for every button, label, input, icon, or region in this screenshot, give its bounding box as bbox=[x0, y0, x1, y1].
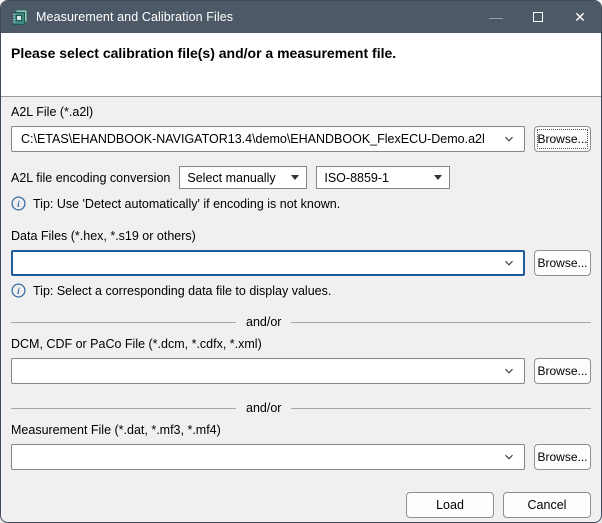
a2l-file-value: C:\ETAS\EHANDBOOK-NAVIGATOR13.4\demo\EHA… bbox=[21, 132, 485, 146]
dropdown-arrow-icon[interactable] bbox=[434, 175, 443, 180]
window-title: Measurement and Calibration Files bbox=[36, 10, 234, 24]
separator-text: and/or bbox=[246, 315, 282, 329]
dropdown-arrow-icon[interactable] bbox=[291, 175, 300, 180]
encoding-label: A2L file encoding conversion bbox=[11, 170, 171, 185]
encoding-tip-text: Tip: Use 'Detect automatically' if encod… bbox=[33, 196, 341, 211]
dcm-file-combobox[interactable] bbox=[11, 358, 525, 384]
a2l-file-combobox[interactable]: C:\ETAS\EHANDBOOK-NAVIGATOR13.4\demo\EHA… bbox=[11, 126, 525, 152]
encoding-tip: i Tip: Use 'Detect automatically' if enc… bbox=[11, 196, 591, 211]
data-files-label: Data Files (*.hex, *.s19 or others) bbox=[11, 229, 196, 243]
encoding-charset-value: ISO-8859-1 bbox=[324, 170, 389, 185]
data-files-combobox[interactable] bbox=[11, 250, 525, 276]
header-band: Please select calibration file(s) and/or… bbox=[1, 33, 601, 97]
encoding-mode-value: Select manually bbox=[187, 170, 276, 185]
and-or-separator: and/or bbox=[11, 315, 591, 329]
chevron-down-icon[interactable] bbox=[503, 365, 515, 377]
a2l-browse-button[interactable]: Browse... bbox=[534, 126, 591, 152]
separator-line bbox=[11, 321, 236, 323]
title-bar: Measurement and Calibration Files — ✕ bbox=[1, 1, 601, 33]
separator-line bbox=[291, 407, 591, 409]
and-or-separator: and/or bbox=[11, 401, 591, 415]
svg-text:i: i bbox=[17, 200, 20, 210]
close-button[interactable]: ✕ bbox=[559, 1, 601, 33]
measurement-browse-button[interactable]: Browse... bbox=[534, 444, 591, 470]
cancel-button[interactable]: Cancel bbox=[503, 492, 591, 518]
a2l-file-label: A2L File (*.a2l) bbox=[11, 105, 94, 119]
measurement-file-label: Measurement File (*.dat, *.mf3, *.mf4) bbox=[11, 423, 221, 437]
data-files-tip: i Tip: Select a corresponding data file … bbox=[11, 283, 591, 298]
info-icon: i bbox=[11, 196, 26, 211]
close-icon: ✕ bbox=[574, 9, 586, 25]
separator-text: and/or bbox=[246, 401, 282, 415]
data-files-tip-text: Tip: Select a corresponding data file to… bbox=[33, 283, 332, 298]
dialog-content: A2L File (*.a2l) C:\ETAS\EHANDBOOK-NAVIG… bbox=[1, 97, 601, 522]
measurement-calibration-dialog: Measurement and Calibration Files — ✕ Pl… bbox=[0, 0, 602, 523]
minimize-icon: — bbox=[489, 9, 503, 25]
chevron-down-icon[interactable] bbox=[503, 451, 515, 463]
measurement-file-combobox[interactable] bbox=[11, 444, 525, 470]
app-icon bbox=[13, 9, 28, 25]
minimize-button: — bbox=[475, 1, 517, 33]
encoding-charset-dropdown[interactable]: ISO-8859-1 bbox=[316, 166, 451, 189]
separator-line bbox=[291, 321, 591, 323]
chevron-down-icon[interactable] bbox=[503, 133, 515, 145]
info-icon: i bbox=[11, 283, 26, 298]
chevron-down-icon[interactable] bbox=[503, 257, 515, 269]
maximize-button[interactable] bbox=[517, 1, 559, 33]
dcm-browse-button[interactable]: Browse... bbox=[534, 358, 591, 384]
load-button[interactable]: Load bbox=[406, 492, 494, 518]
footer-button-bar: Load Cancel bbox=[11, 492, 591, 518]
dcm-file-label: DCM, CDF or PaCo File (*.dcm, *.cdfx, *.… bbox=[11, 337, 262, 351]
data-files-browse-button[interactable]: Browse... bbox=[534, 250, 591, 276]
maximize-icon bbox=[533, 12, 543, 22]
svg-text:i: i bbox=[17, 287, 20, 297]
encoding-mode-dropdown[interactable]: Select manually bbox=[179, 166, 308, 189]
page-title: Please select calibration file(s) and/or… bbox=[11, 45, 397, 61]
separator-line bbox=[11, 407, 236, 409]
